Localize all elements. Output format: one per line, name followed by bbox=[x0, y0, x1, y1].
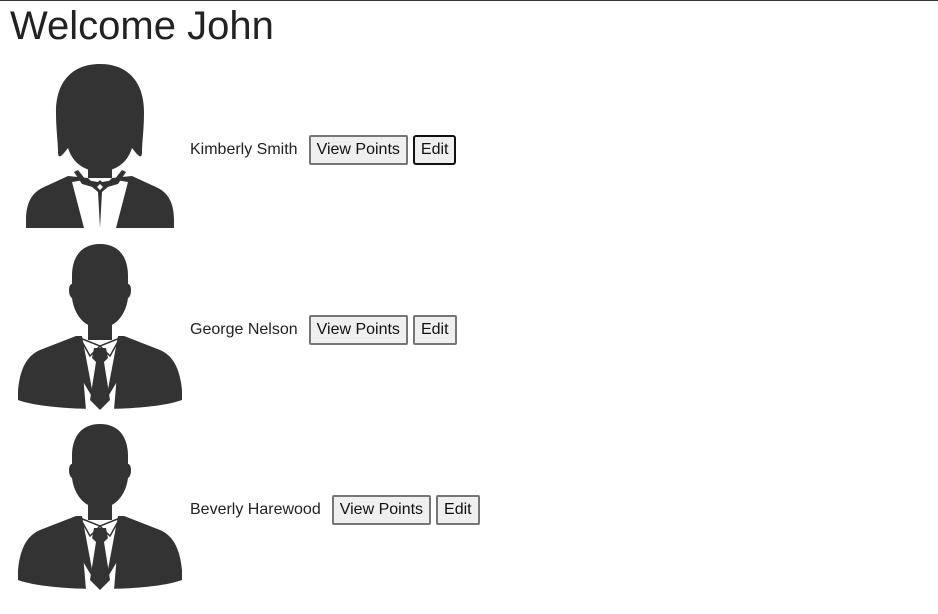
user-name: Beverly Harewood bbox=[190, 501, 321, 518]
user-name: George Nelson bbox=[190, 321, 298, 338]
edit-button[interactable]: Edit bbox=[412, 315, 457, 345]
view-points-button[interactable]: View Points bbox=[331, 495, 432, 525]
user-row: Kimberly Smith View Points Edit bbox=[10, 60, 910, 240]
user-row: Beverly Harewood View Points Edit bbox=[10, 420, 910, 600]
edit-button[interactable]: Edit bbox=[412, 135, 457, 165]
user-row: George Nelson View Points Edit bbox=[10, 240, 910, 420]
page-title: Welcome John bbox=[10, 4, 274, 48]
user-list: Kimberly Smith View Points Edit George N… bbox=[10, 60, 910, 600]
top-divider bbox=[0, 0, 938, 1]
view-points-button[interactable]: View Points bbox=[308, 135, 408, 165]
male-avatar-icon bbox=[18, 244, 182, 410]
female-avatar-icon bbox=[26, 64, 174, 228]
view-points-button[interactable]: View Points bbox=[308, 315, 408, 345]
male-avatar-icon bbox=[18, 424, 182, 590]
edit-button[interactable]: Edit bbox=[436, 495, 480, 525]
user-name: Kimberly Smith bbox=[190, 141, 298, 158]
